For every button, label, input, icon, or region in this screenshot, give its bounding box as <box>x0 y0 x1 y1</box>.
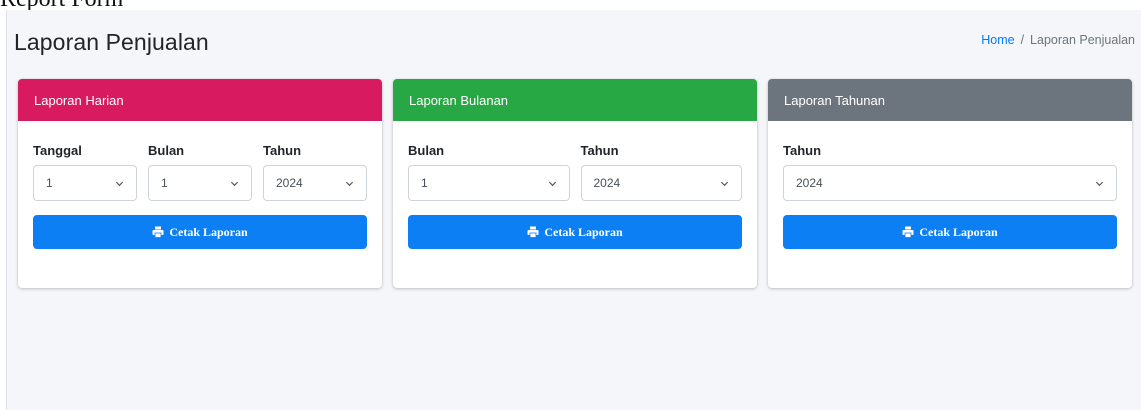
daily-day-field: Tanggal 1 <box>33 143 137 201</box>
page-title: Laporan Penjualan <box>14 29 209 55</box>
content-area: Laporan Penjualan Home / Laporan Penjual… <box>6 10 1141 410</box>
monthly-print-label: Cetak Laporan <box>544 224 623 239</box>
monthly-month-label: Bulan <box>408 143 445 158</box>
yearly-report-body: Tahun 2024 Cetak Laporan <box>768 121 1132 249</box>
breadcrumb-home-link[interactable]: Home <box>981 33 1014 47</box>
breadcrumb-current: Laporan Penjualan <box>1030 33 1135 47</box>
print-icon <box>527 226 539 238</box>
monthly-report-body: Bulan 1 Tahun 2024 Cetak Laporan <box>393 121 757 249</box>
chevron-down-icon <box>230 181 239 186</box>
monthly-report-header: Laporan Bulanan <box>393 79 757 121</box>
daily-report-title: Laporan Harian <box>34 92 124 108</box>
daily-year-label: Tahun <box>263 143 302 158</box>
yearly-year-label: Tahun <box>783 143 822 158</box>
daily-print-label: Cetak Laporan <box>169 224 248 239</box>
chevron-down-icon <box>1095 181 1104 186</box>
yearly-print-label: Cetak Laporan <box>919 224 998 239</box>
breadcrumb-separator: / <box>1020 33 1025 47</box>
yearly-report-card: Laporan Tahunan Tahun 2024 Cetak Laporan <box>768 79 1132 288</box>
monthly-year-field: Tahun 2024 <box>580 143 742 201</box>
daily-day-label: Tanggal <box>33 143 82 158</box>
monthly-print-button[interactable]: Cetak Laporan <box>408 215 742 249</box>
monthly-year-value: 2024 <box>593 176 621 190</box>
daily-report-header: Laporan Harian <box>18 79 382 121</box>
breadcrumb: Home / Laporan Penjualan <box>981 33 1135 47</box>
daily-year-field: Tahun 2024 <box>263 143 367 201</box>
daily-month-field: Bulan 1 <box>148 143 252 201</box>
print-icon <box>902 226 914 238</box>
chevron-down-icon <box>345 181 354 186</box>
print-icon <box>152 226 164 238</box>
chevron-down-icon <box>720 181 729 186</box>
daily-year-select[interactable]: 2024 <box>263 165 367 201</box>
monthly-year-select[interactable]: 2024 <box>580 165 742 201</box>
daily-day-select[interactable]: 1 <box>33 165 137 201</box>
monthly-report-card: Laporan Bulanan Bulan 1 Tahun 2024 Cetak… <box>393 79 757 288</box>
monthly-report-title: Laporan Bulanan <box>409 92 509 108</box>
yearly-report-header: Laporan Tahunan <box>768 79 1132 121</box>
monthly-month-value: 1 <box>421 176 428 190</box>
daily-month-select[interactable]: 1 <box>148 165 252 201</box>
monthly-month-select[interactable]: 1 <box>408 165 570 201</box>
chevron-down-icon <box>115 181 124 186</box>
daily-print-button[interactable]: Cetak Laporan <box>33 215 367 249</box>
monthly-year-label: Tahun <box>580 143 619 158</box>
daily-day-value: 1 <box>46 176 53 190</box>
yearly-year-field: Tahun 2024 <box>783 143 1117 201</box>
yearly-year-value: 2024 <box>796 176 823 190</box>
daily-report-card: Laporan Harian Tanggal 1 Bulan 1 Tahun 2… <box>18 79 382 288</box>
yearly-report-title: Laporan Tahunan <box>784 92 885 108</box>
daily-year-value: 2024 <box>276 176 303 190</box>
daily-month-value: 1 <box>161 176 168 190</box>
chevron-down-icon <box>548 181 556 186</box>
daily-report-body: Tanggal 1 Bulan 1 Tahun 2024 Cetak Lapor… <box>18 121 382 249</box>
yearly-print-button[interactable]: Cetak Laporan <box>783 215 1117 249</box>
daily-month-label: Bulan <box>148 143 185 158</box>
yearly-year-select[interactable]: 2024 <box>783 165 1117 201</box>
monthly-month-field: Bulan 1 <box>408 143 570 201</box>
